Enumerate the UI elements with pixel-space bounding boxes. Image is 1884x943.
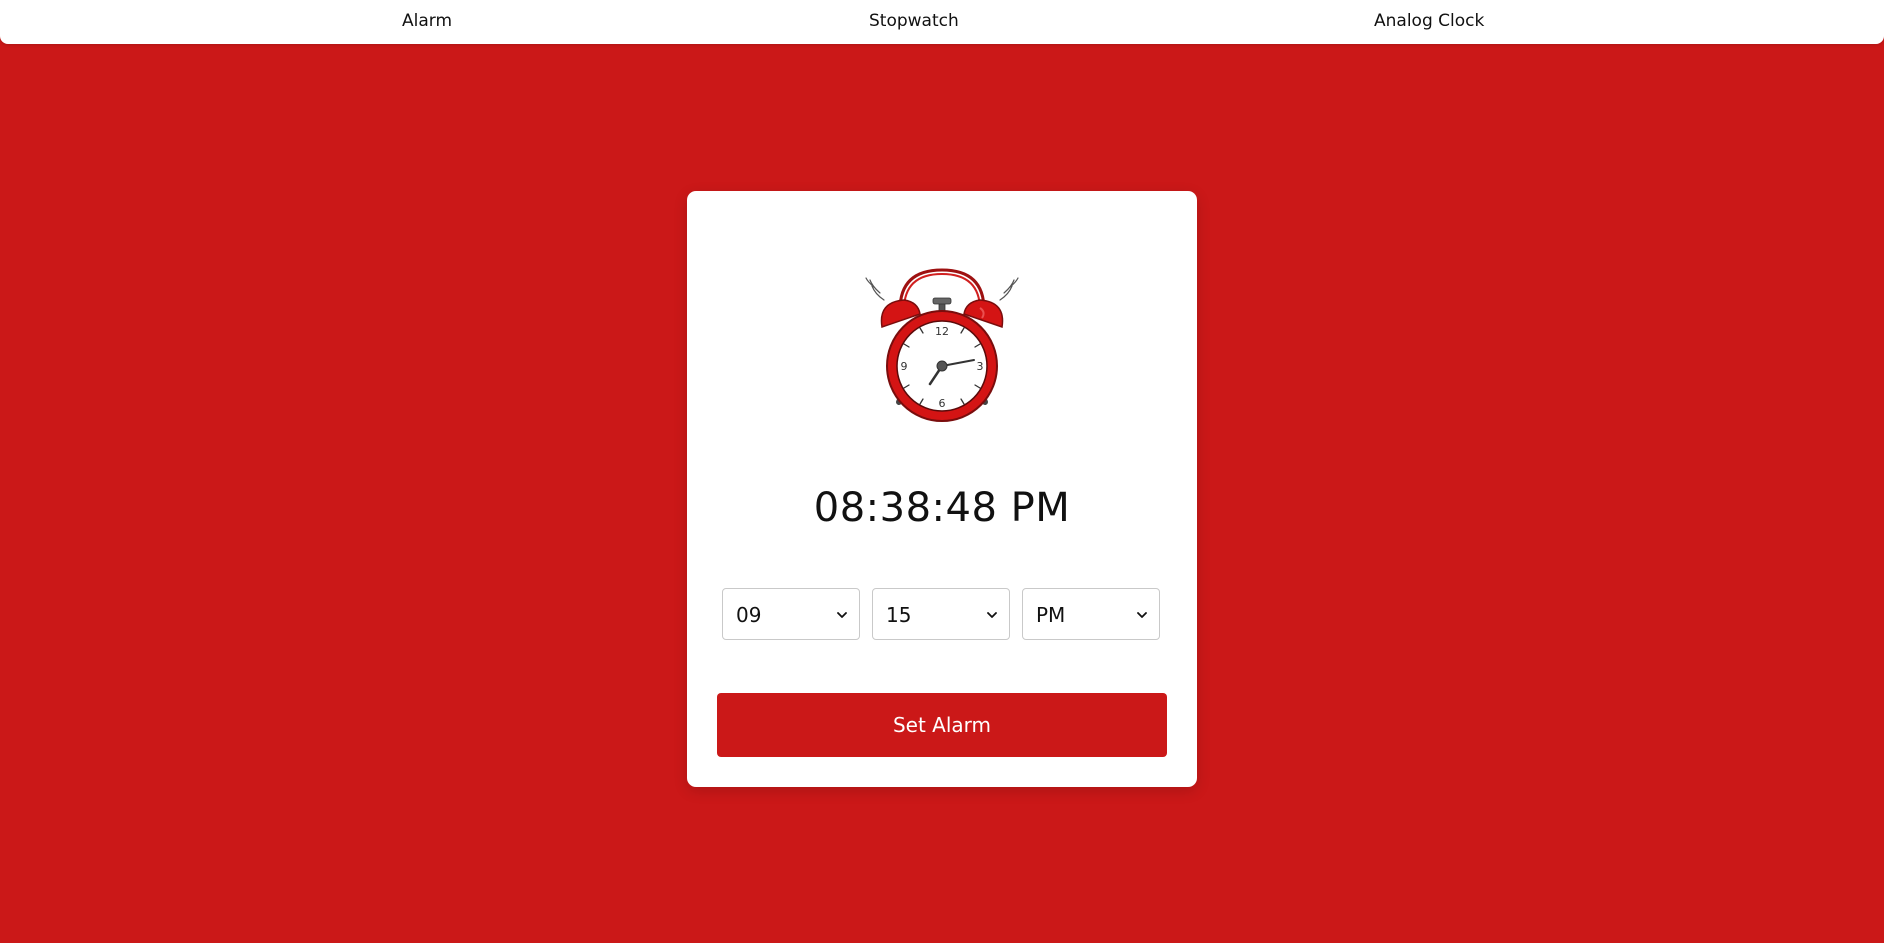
clock-numeral-12: 12 (935, 325, 949, 338)
hour-select[interactable]: 09 (722, 588, 860, 640)
minute-select-value: 15 (886, 603, 912, 627)
ampm-select-value: PM (1036, 603, 1066, 627)
nav-alarm-link[interactable]: Alarm (402, 11, 452, 31)
set-alarm-button[interactable]: Set Alarm (717, 693, 1167, 757)
nav-analog-clock-link[interactable]: Analog Clock (1374, 11, 1484, 31)
alarm-clock-icon: 12 3 6 9 (865, 268, 1019, 422)
chevron-down-icon (837, 612, 847, 618)
clock-numeral-6: 6 (939, 397, 946, 410)
current-time-display: 08:38:48 PM (813, 485, 1071, 531)
chevron-down-icon (1137, 612, 1147, 618)
hour-select-value: 09 (736, 603, 762, 627)
clock-numeral-9: 9 (901, 360, 908, 373)
chevron-down-icon (987, 612, 997, 618)
clock-numeral-3: 3 (977, 360, 984, 373)
alarm-card: 12 3 6 9 08:38:48 PM 09 15 PM Set Alarm (687, 191, 1197, 787)
minute-select[interactable]: 15 (872, 588, 1010, 640)
top-navbar: Alarm Stopwatch Analog Clock (0, 0, 1884, 44)
page: Alarm Stopwatch Analog Clock 12 3 6 9 08… (0, 0, 1884, 943)
nav-stopwatch-link[interactable]: Stopwatch (869, 11, 959, 31)
ampm-select[interactable]: PM (1022, 588, 1160, 640)
